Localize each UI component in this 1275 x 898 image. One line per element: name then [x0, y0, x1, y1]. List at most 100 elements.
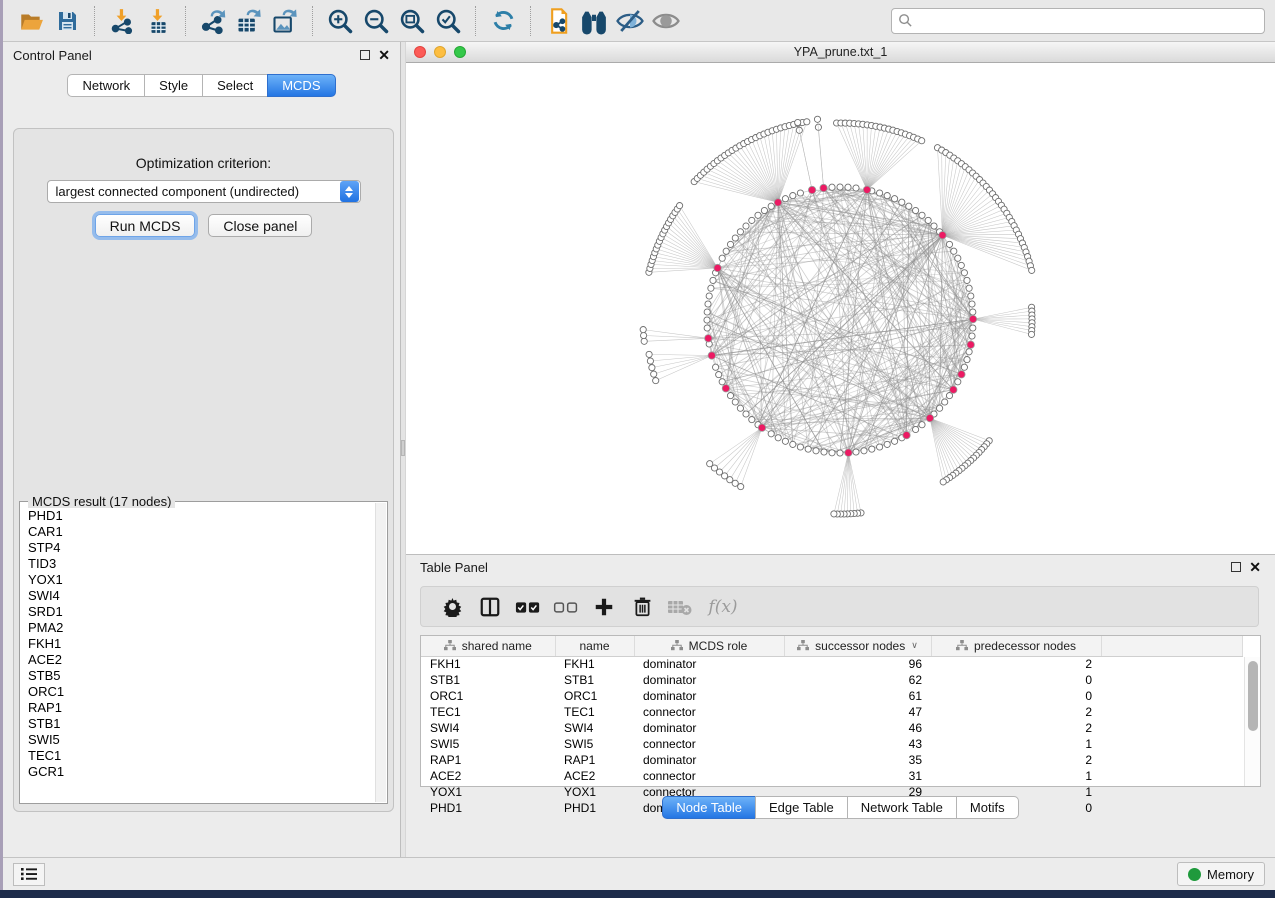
share-document-button[interactable]	[540, 4, 576, 38]
table-row[interactable]: RAP1RAP1dominator352	[421, 752, 1243, 768]
mcds-result-item[interactable]: SRD1	[21, 604, 375, 620]
network-node[interactable]	[964, 357, 970, 363]
column-header-MCDS-role[interactable]: MCDS role	[634, 636, 784, 656]
network-node[interactable]	[955, 255, 961, 261]
network-node[interactable]	[705, 301, 711, 307]
table-cell[interactable]: 1	[931, 736, 1101, 752]
network-node[interactable]	[845, 184, 851, 190]
column-header-successor-nodes[interactable]: successor nodes∨	[784, 636, 931, 656]
zoom-selected-button[interactable]	[430, 4, 466, 38]
network-node[interactable]	[899, 199, 905, 205]
network-node[interactable]	[743, 223, 749, 229]
mcds-result-list[interactable]: PHD1CAR1STP4TID3YOX1SWI4SRD1PMA2FKH1ACE2…	[21, 508, 375, 802]
unselect-all-columns-button[interactable]	[547, 591, 585, 623]
table-cell[interactable]: ACE2	[421, 768, 555, 784]
mcds-result-item[interactable]: STP4	[21, 540, 375, 556]
mcds-list-scrollbar[interactable]	[375, 503, 386, 802]
open-button[interactable]	[13, 4, 49, 38]
network-node[interactable]	[877, 190, 883, 196]
float-panel-icon[interactable]	[360, 50, 370, 60]
network-node[interactable]	[716, 372, 722, 378]
table-cell[interactable]: 31	[784, 768, 931, 784]
tab-edge-table[interactable]: Edge Table	[755, 796, 847, 819]
network-node[interactable]	[884, 193, 890, 199]
tab-node-table[interactable]: Node Table	[662, 796, 755, 819]
tab-motifs[interactable]: Motifs	[956, 796, 1019, 819]
mcds-hub-node[interactable]	[950, 386, 957, 393]
export-network-button[interactable]	[195, 4, 231, 38]
mcds-result-item[interactable]: YOX1	[21, 572, 375, 588]
table-cell[interactable]: RAP1	[421, 752, 555, 768]
mcds-result-item[interactable]: SWI5	[21, 732, 375, 748]
mcds-hub-node[interactable]	[714, 264, 721, 271]
tab-mcds[interactable]: MCDS	[267, 74, 335, 97]
mcds-result-item[interactable]: ORC1	[21, 684, 375, 700]
network-node[interactable]	[970, 309, 976, 315]
network-node[interactable]	[768, 431, 774, 437]
network-node[interactable]	[677, 203, 683, 209]
mcds-hub-node[interactable]	[926, 414, 933, 421]
network-node[interactable]	[892, 196, 898, 202]
mcds-result-item[interactable]: RAP1	[21, 700, 375, 716]
network-node[interactable]	[755, 212, 761, 218]
network-node[interactable]	[964, 277, 970, 283]
table-cell[interactable]: 0	[931, 688, 1101, 704]
network-node[interactable]	[704, 317, 710, 323]
function-builder-button[interactable]: f(x)	[699, 591, 747, 623]
table-cell[interactable]: TEC1	[421, 704, 555, 720]
network-node[interactable]	[732, 399, 738, 405]
table-scrollbar[interactable]	[1244, 657, 1260, 786]
network-node[interactable]	[704, 309, 710, 315]
table-cell[interactable]: TEC1	[555, 704, 634, 720]
table-row[interactable]: STB1STB1dominator620	[421, 672, 1243, 688]
network-node[interactable]	[761, 207, 767, 213]
network-node[interactable]	[861, 448, 867, 454]
mcds-result-item[interactable]: GCR1	[21, 764, 375, 780]
table-cell[interactable]: RAP1	[555, 752, 634, 768]
mcds-hub-node[interactable]	[820, 184, 827, 191]
mcds-hub-node[interactable]	[758, 424, 765, 431]
network-node[interactable]	[749, 217, 755, 223]
zoom-out-button[interactable]	[358, 4, 394, 38]
network-node[interactable]	[969, 333, 975, 339]
mcds-hub-node[interactable]	[958, 371, 965, 378]
table-cell[interactable]: FKH1	[555, 656, 634, 672]
select-all-columns-button[interactable]	[509, 591, 547, 623]
table-cell[interactable]: connector	[634, 736, 784, 752]
column-view-button[interactable]	[471, 591, 509, 623]
network-node[interactable]	[1029, 267, 1035, 273]
show-details-button[interactable]	[648, 4, 684, 38]
tab-network-table[interactable]: Network Table	[847, 796, 956, 819]
tab-select[interactable]: Select	[202, 74, 267, 97]
network-node[interactable]	[931, 223, 937, 229]
network-node[interactable]	[727, 393, 733, 399]
network-node[interactable]	[970, 325, 976, 331]
network-node[interactable]	[837, 450, 843, 456]
network-node[interactable]	[1028, 331, 1034, 337]
network-node[interactable]	[829, 450, 835, 456]
network-node[interactable]	[877, 444, 883, 450]
memory-button[interactable]: Memory	[1177, 862, 1265, 886]
mcds-result-item[interactable]: TID3	[21, 556, 375, 572]
table-cell[interactable]: dominator	[634, 656, 784, 672]
network-node[interactable]	[768, 203, 774, 209]
column-header-predecessor-nodes[interactable]: predecessor nodes	[931, 636, 1101, 656]
network-node[interactable]	[790, 193, 796, 199]
search-input[interactable]	[913, 13, 1258, 28]
export-image-button[interactable]	[267, 4, 303, 38]
mcds-hub-node[interactable]	[863, 186, 870, 193]
table-cell[interactable]: 47	[784, 704, 931, 720]
table-row[interactable]: FKH1FKH1dominator962	[421, 656, 1243, 672]
mcds-hub-node[interactable]	[808, 186, 815, 193]
network-node[interactable]	[651, 371, 657, 377]
table-cell[interactable]: 2	[931, 704, 1101, 720]
network-node[interactable]	[814, 116, 820, 122]
mcds-result-item[interactable]: PHD1	[21, 508, 375, 524]
delete-table-button[interactable]	[661, 591, 699, 623]
network-node[interactable]	[913, 207, 919, 213]
refresh-button[interactable]	[485, 4, 521, 38]
network-node[interactable]	[853, 449, 859, 455]
network-node[interactable]	[831, 511, 837, 517]
network-node[interactable]	[737, 405, 743, 411]
mcds-hub-node[interactable]	[774, 199, 781, 206]
